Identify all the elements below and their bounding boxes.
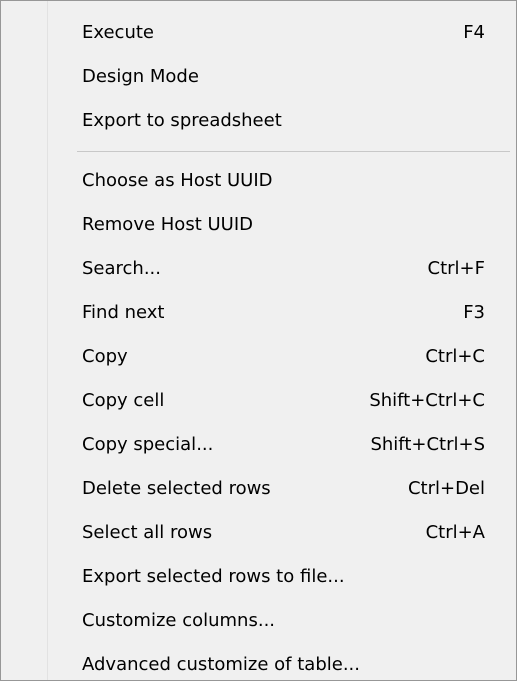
menu-item-shortcut: Shift+Ctrl+S [370, 434, 485, 455]
menu-item-remove-host-uuid[interactable]: Remove Host UUID [4, 203, 511, 247]
menu-item-select-all-rows[interactable]: Select all rows Ctrl+A [4, 511, 511, 555]
menu-item-label: Copy cell [82, 390, 165, 411]
menu-item-find-next[interactable]: Find next F3 [4, 291, 511, 335]
menu-item-shortcut: Ctrl+F [427, 258, 485, 279]
menu-item-label: Remove Host UUID [82, 214, 253, 235]
menu-item-copy[interactable]: Copy Ctrl+C [4, 335, 511, 379]
menu-item-label: Select all rows [82, 522, 213, 543]
menu-item-advanced-customize-table[interactable]: Advanced customize of table... [4, 643, 511, 687]
menu-item-shortcut: Ctrl+Del [407, 478, 485, 499]
menu-item-label: Choose as Host UUID [82, 170, 273, 191]
menu-item-label: Advanced customize of table... [82, 654, 360, 675]
menu-item-label: Copy special... [82, 434, 214, 455]
menu-item-customize-columns[interactable]: Customize columns... [4, 599, 511, 643]
menu-item-shortcut: F4 [463, 22, 485, 43]
menu-item-label: Export to spreadsheet [82, 110, 282, 131]
menu-item-label: Copy [82, 346, 128, 367]
menu-item-label: Execute [82, 22, 154, 43]
menu-item-export-selected-rows[interactable]: Export selected rows to file... [4, 555, 511, 599]
context-menu: Execute F4 Design Mode Export to spreads… [0, 0, 517, 681]
menu-item-label: Export selected rows to file... [82, 566, 345, 587]
menu-item-shortcut: Shift+Ctrl+C [369, 390, 485, 411]
menu-item-choose-as-host-uuid[interactable]: Choose as Host UUID [4, 159, 511, 203]
menu-item-delete-selected-rows[interactable]: Delete selected rows Ctrl+Del [4, 467, 511, 511]
menu-item-label: Delete selected rows [82, 478, 271, 499]
menu-item-copy-special[interactable]: Copy special... Shift+Ctrl+S [4, 423, 511, 467]
menu-item-search[interactable]: Search... Ctrl+F [4, 247, 511, 291]
menu-item-label: Design Mode [82, 66, 199, 87]
menu-item-shortcut: Ctrl+A [425, 522, 485, 543]
menu-item-shortcut: F3 [463, 302, 485, 323]
menu-separator [77, 151, 510, 152]
menu-item-label: Search... [82, 258, 162, 279]
menu-item-shortcut: Ctrl+C [425, 346, 485, 367]
menu-item-label: Customize columns... [82, 610, 276, 631]
menu-item-design-mode[interactable]: Design Mode [4, 55, 511, 99]
menu-item-export-to-spreadsheet[interactable]: Export to spreadsheet [4, 99, 511, 143]
menu-item-execute[interactable]: Execute F4 [4, 11, 511, 55]
menu-item-label: Find next [82, 302, 165, 323]
menu-item-copy-cell[interactable]: Copy cell Shift+Ctrl+C [4, 379, 511, 423]
